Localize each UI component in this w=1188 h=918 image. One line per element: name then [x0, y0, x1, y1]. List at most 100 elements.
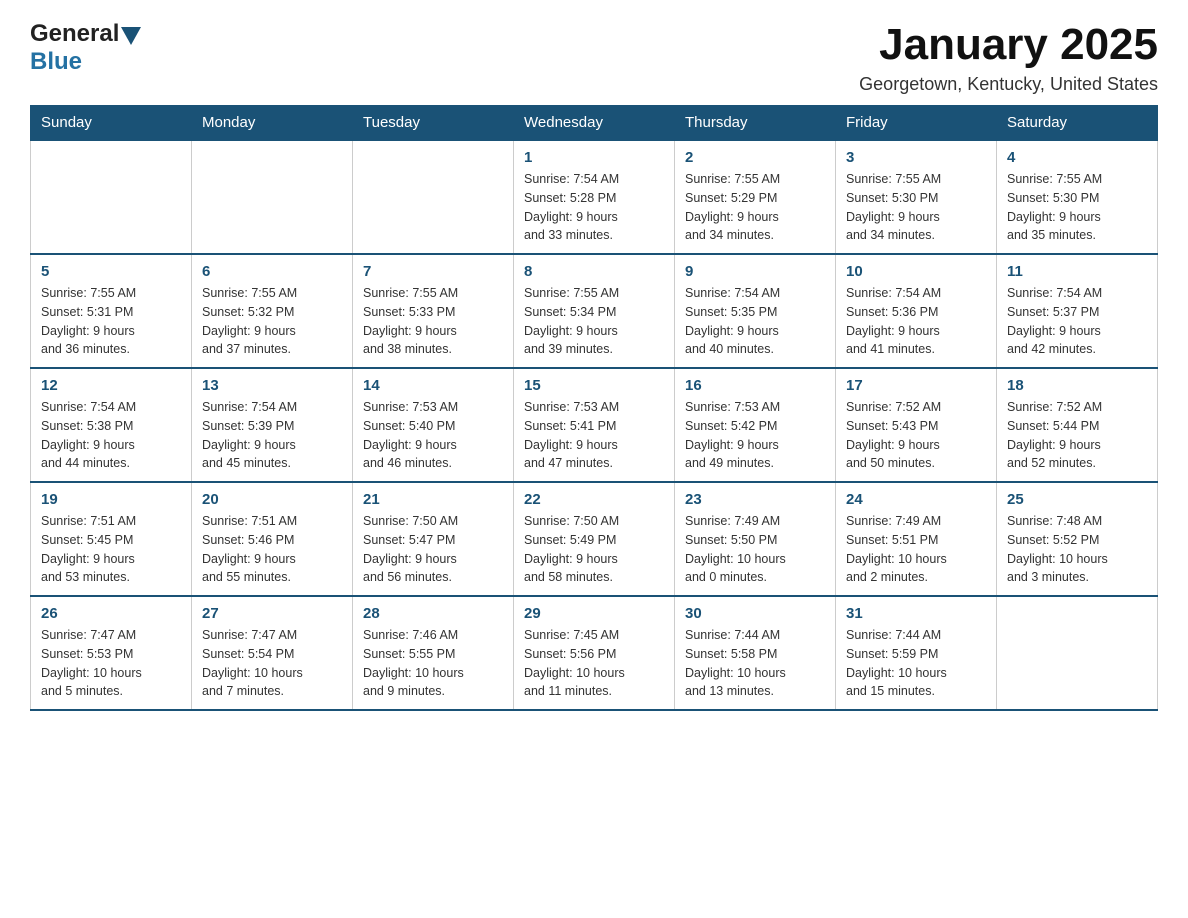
calendar-header-row: Sunday Monday Tuesday Wednesday Thursday…	[31, 106, 1158, 141]
week-row-2: 5Sunrise: 7:55 AM Sunset: 5:31 PM Daylig…	[31, 254, 1158, 368]
day-number: 10	[846, 263, 986, 280]
calendar-cell: 4Sunrise: 7:55 AM Sunset: 5:30 PM Daylig…	[997, 140, 1158, 254]
day-number: 7	[363, 263, 503, 280]
calendar-cell: 3Sunrise: 7:55 AM Sunset: 5:30 PM Daylig…	[836, 140, 997, 254]
day-info: Sunrise: 7:54 AM Sunset: 5:39 PM Dayligh…	[202, 398, 342, 473]
day-info: Sunrise: 7:55 AM Sunset: 5:32 PM Dayligh…	[202, 284, 342, 359]
col-sunday: Sunday	[31, 106, 192, 141]
day-number: 28	[363, 605, 503, 622]
day-number: 15	[524, 377, 664, 394]
logo: General Blue	[30, 20, 141, 76]
calendar-cell: 24 Sunrise: 7:49 AM Sunset: 5:51 PM Dayli…	[836, 482, 997, 596]
calendar-cell: 30 Sunrise: 7:44 AM Sunset: 5:58 PM Dayli…	[675, 596, 836, 710]
day-number: 9	[685, 263, 825, 280]
calendar-table: Sunday Monday Tuesday Wednesday Thursday…	[30, 105, 1158, 711]
day-info: Sunrise: 7:48 AM Sunset: 5:52 PM Dayligh…	[1007, 512, 1147, 587]
calendar-cell: 23 Sunrise: 7:49 AM Sunset: 5:50 PM Dayli…	[675, 482, 836, 596]
day-info: Sunrise: 7:54 AM Sunset: 5:28 PM Dayligh…	[524, 170, 664, 245]
day-number: 17	[846, 377, 986, 394]
calendar-cell: 27Sunrise: 7:47 AM Sunset: 5:54 PM Dayli…	[192, 596, 353, 710]
day-info: Sunrise: 7:47 AM Sunset: 5:54 PM Dayligh…	[202, 626, 342, 701]
calendar-cell: 21 Sunrise: 7:50 AM Sunset: 5:47 PM Dayli…	[353, 482, 514, 596]
calendar-cell: 15Sunrise: 7:53 AM Sunset: 5:41 PM Dayli…	[514, 368, 675, 482]
day-info: Sunrise: 7:45 AM Sunset: 5:56 PM Dayligh…	[524, 626, 664, 701]
day-number: 3	[846, 149, 986, 166]
calendar-cell: 1 Sunrise: 7:54 AM Sunset: 5:28 PM Daylig…	[514, 140, 675, 254]
calendar-cell: 2Sunrise: 7:55 AM Sunset: 5:29 PM Daylig…	[675, 140, 836, 254]
calendar-cell: 29 Sunrise: 7:45 AM Sunset: 5:56 PM Dayli…	[514, 596, 675, 710]
day-info: Sunrise: 7:54 AM Sunset: 5:38 PM Dayligh…	[41, 398, 181, 473]
day-info: Sunrise: 7:51 AM Sunset: 5:46 PM Dayligh…	[202, 512, 342, 587]
calendar-cell: 13 Sunrise: 7:54 AM Sunset: 5:39 PM Dayli…	[192, 368, 353, 482]
calendar-cell	[997, 596, 1158, 710]
day-info: Sunrise: 7:54 AM Sunset: 5:37 PM Dayligh…	[1007, 284, 1147, 359]
day-info: Sunrise: 7:53 AM Sunset: 5:42 PM Dayligh…	[685, 398, 825, 473]
day-number: 29	[524, 605, 664, 622]
week-row-1: 1 Sunrise: 7:54 AM Sunset: 5:28 PM Daylig…	[31, 140, 1158, 254]
day-number: 1	[524, 149, 664, 166]
col-wednesday: Wednesday	[514, 106, 675, 141]
week-row-4: 19 Sunrise: 7:51 AM Sunset: 5:45 PM Dayli…	[31, 482, 1158, 596]
location-title: Georgetown, Kentucky, United States	[859, 74, 1158, 95]
day-info: Sunrise: 7:47 AM Sunset: 5:53 PM Dayligh…	[41, 626, 181, 701]
day-number: 8	[524, 263, 664, 280]
day-info: Sunrise: 7:51 AM Sunset: 5:45 PM Dayligh…	[41, 512, 181, 587]
day-number: 4	[1007, 149, 1147, 166]
day-info: Sunrise: 7:52 AM Sunset: 5:44 PM Dayligh…	[1007, 398, 1147, 473]
calendar-cell: 10 Sunrise: 7:54 AM Sunset: 5:36 PM Dayli…	[836, 254, 997, 368]
logo-blue-text: Blue	[30, 48, 82, 75]
col-monday: Monday	[192, 106, 353, 141]
calendar-cell: 5Sunrise: 7:55 AM Sunset: 5:31 PM Daylig…	[31, 254, 192, 368]
day-info: Sunrise: 7:53 AM Sunset: 5:40 PM Dayligh…	[363, 398, 503, 473]
calendar-cell: 8 Sunrise: 7:55 AM Sunset: 5:34 PM Daylig…	[514, 254, 675, 368]
day-info: Sunrise: 7:55 AM Sunset: 5:34 PM Dayligh…	[524, 284, 664, 359]
day-info: Sunrise: 7:49 AM Sunset: 5:50 PM Dayligh…	[685, 512, 825, 587]
day-info: Sunrise: 7:49 AM Sunset: 5:51 PM Dayligh…	[846, 512, 986, 587]
calendar-cell: 17Sunrise: 7:52 AM Sunset: 5:43 PM Dayli…	[836, 368, 997, 482]
col-friday: Friday	[836, 106, 997, 141]
day-number: 13	[202, 377, 342, 394]
day-info: Sunrise: 7:54 AM Sunset: 5:36 PM Dayligh…	[846, 284, 986, 359]
day-info: Sunrise: 7:46 AM Sunset: 5:55 PM Dayligh…	[363, 626, 503, 701]
day-number: 23	[685, 491, 825, 508]
day-number: 21	[363, 491, 503, 508]
col-saturday: Saturday	[997, 106, 1158, 141]
day-info: Sunrise: 7:50 AM Sunset: 5:47 PM Dayligh…	[363, 512, 503, 587]
page-header: General Blue January 2025 Georgetown, Ke…	[30, 20, 1158, 95]
day-number: 25	[1007, 491, 1147, 508]
calendar-cell: 25 Sunrise: 7:48 AM Sunset: 5:52 PM Dayli…	[997, 482, 1158, 596]
day-info: Sunrise: 7:55 AM Sunset: 5:29 PM Dayligh…	[685, 170, 825, 245]
day-number: 18	[1007, 377, 1147, 394]
calendar-cell: 31 Sunrise: 7:44 AM Sunset: 5:59 PM Dayli…	[836, 596, 997, 710]
day-info: Sunrise: 7:55 AM Sunset: 5:33 PM Dayligh…	[363, 284, 503, 359]
month-title: January 2025	[859, 20, 1158, 70]
day-info: Sunrise: 7:44 AM Sunset: 5:59 PM Dayligh…	[846, 626, 986, 701]
calendar-cell: 9 Sunrise: 7:54 AM Sunset: 5:35 PM Daylig…	[675, 254, 836, 368]
calendar-cell: 16Sunrise: 7:53 AM Sunset: 5:42 PM Dayli…	[675, 368, 836, 482]
calendar-cell: 19 Sunrise: 7:51 AM Sunset: 5:45 PM Dayli…	[31, 482, 192, 596]
calendar-cell: 12 Sunrise: 7:54 AM Sunset: 5:38 PM Dayli…	[31, 368, 192, 482]
day-number: 30	[685, 605, 825, 622]
calendar-cell: 20 Sunrise: 7:51 AM Sunset: 5:46 PM Dayli…	[192, 482, 353, 596]
calendar-cell: 6 Sunrise: 7:55 AM Sunset: 5:32 PM Daylig…	[192, 254, 353, 368]
logo-general-text: General	[30, 20, 119, 48]
day-info: Sunrise: 7:44 AM Sunset: 5:58 PM Dayligh…	[685, 626, 825, 701]
col-tuesday: Tuesday	[353, 106, 514, 141]
day-number: 14	[363, 377, 503, 394]
day-number: 31	[846, 605, 986, 622]
day-number: 19	[41, 491, 181, 508]
day-number: 20	[202, 491, 342, 508]
day-info: Sunrise: 7:54 AM Sunset: 5:35 PM Dayligh…	[685, 284, 825, 359]
day-number: 6	[202, 263, 342, 280]
calendar-cell: 26 Sunrise: 7:47 AM Sunset: 5:53 PM Dayli…	[31, 596, 192, 710]
day-number: 26	[41, 605, 181, 622]
day-info: Sunrise: 7:55 AM Sunset: 5:31 PM Dayligh…	[41, 284, 181, 359]
day-number: 22	[524, 491, 664, 508]
calendar-cell	[353, 140, 514, 254]
calendar-cell: 11Sunrise: 7:54 AM Sunset: 5:37 PM Dayli…	[997, 254, 1158, 368]
day-number: 12	[41, 377, 181, 394]
col-thursday: Thursday	[675, 106, 836, 141]
calendar-cell: 14 Sunrise: 7:53 AM Sunset: 5:40 PM Dayli…	[353, 368, 514, 482]
calendar-cell: 18 Sunrise: 7:52 AM Sunset: 5:44 PM Dayli…	[997, 368, 1158, 482]
day-number: 24	[846, 491, 986, 508]
